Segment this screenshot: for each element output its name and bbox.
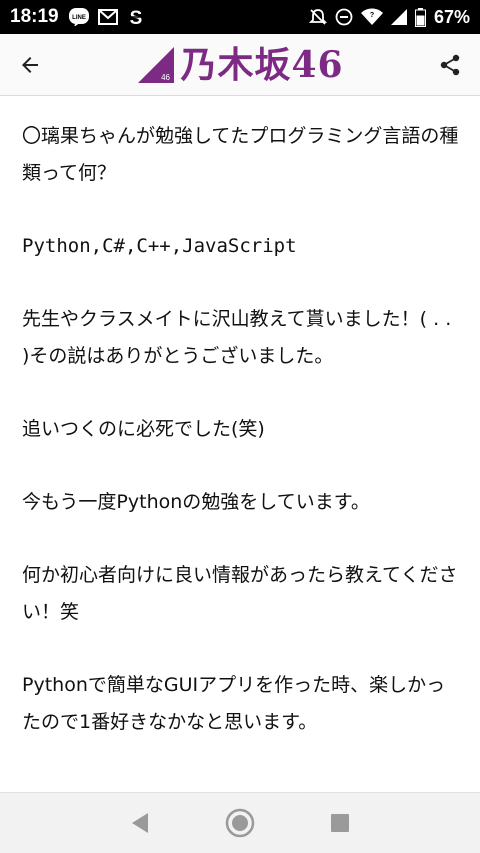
paragraph-gui-app: Pythonで簡単なGUIアプリを作った時、楽しかったので1番好きなかなと思いま…	[22, 674, 446, 733]
article-content: 〇璃果ちゃんが勉強してたプログラミング言語の種類って何？ Python,C#,C…	[0, 96, 480, 792]
paragraph-question: 〇璃果ちゃんが勉強してたプログラミング言語の種類って何？	[22, 125, 459, 184]
square-recents-icon	[331, 814, 349, 832]
paragraph-languages: Python,C#,C++,JavaScript	[22, 235, 297, 257]
nogizaka46-logo: 46 乃木坂46	[60, 45, 420, 85]
battery-percent: 67%	[433, 6, 470, 27]
notification-icons: LINE S	[68, 7, 145, 27]
share-button[interactable]	[420, 34, 480, 96]
triangle-back-icon	[132, 813, 148, 833]
battery-icon	[414, 7, 426, 27]
system-status-icons: ? 67%	[308, 6, 470, 28]
mute-icon	[308, 8, 327, 26]
back-button[interactable]	[0, 34, 60, 96]
paragraph-thanks: 先生やクラスメイトに沢山教えて貰いました！( . . )その説はありがとうござい…	[22, 308, 452, 367]
line-icon: LINE	[68, 8, 89, 26]
share-icon	[440, 54, 460, 75]
app-header: 46 乃木坂46	[0, 34, 480, 96]
navigation-bar	[0, 792, 480, 853]
logo-text: 乃木坂46	[180, 43, 344, 86]
s-app-icon: S	[127, 7, 145, 27]
svg-text:LINE: LINE	[72, 15, 86, 21]
logo-mark: 46	[136, 45, 176, 85]
signal-icon	[390, 8, 407, 26]
dnd-icon	[335, 8, 353, 26]
home-circle-icon	[225, 808, 255, 838]
svg-text:46: 46	[162, 73, 171, 82]
nav-home-button[interactable]	[220, 803, 260, 843]
gmail-icon	[97, 9, 118, 25]
wifi-icon: ?	[360, 8, 383, 26]
svg-text:?: ?	[370, 12, 374, 19]
paragraph-request: 何か初心者向けに良い情報があったら教えてください！笑	[22, 564, 458, 623]
nav-back-button[interactable]	[120, 803, 160, 843]
status-time: 18:19	[10, 6, 59, 27]
status-bar: 18:19 LINE S ? 67%	[0, 0, 480, 34]
nav-recents-button[interactable]	[320, 803, 360, 843]
paragraph-studying: 今もう一度Pythonの勉強をしています。	[22, 491, 370, 513]
arrow-left-icon	[22, 56, 38, 73]
paragraph-desperate: 追いつくのに必死でした(笑)	[22, 418, 265, 440]
